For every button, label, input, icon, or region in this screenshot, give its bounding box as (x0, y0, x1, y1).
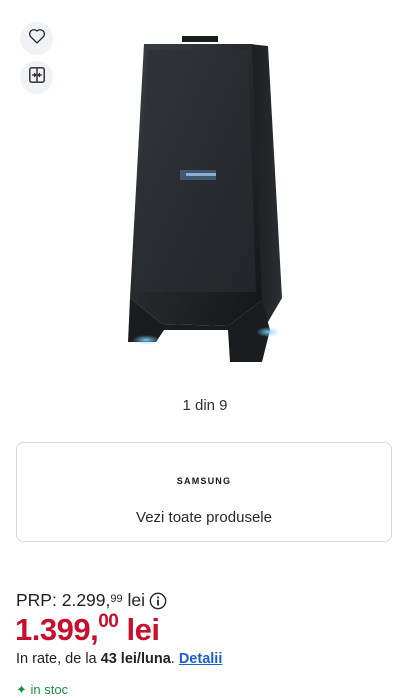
stock-icon: ✦ (16, 682, 27, 697)
stock-label: in stoc (30, 682, 69, 697)
product-image[interactable] (100, 30, 310, 375)
installments-amount: 43 lei/luna (100, 651, 171, 667)
info-icon[interactable] (149, 592, 167, 610)
gallery-counter: 1 din 9 (182, 397, 228, 414)
view-all-products-link[interactable]: Vezi toate produsele (17, 509, 391, 526)
stock-status: ✦ in stoc (16, 682, 68, 698)
heart-icon (28, 28, 46, 49)
brand-logo: SAMSUNG (176, 476, 232, 486)
add-to-favorites-button[interactable] (20, 22, 53, 55)
installments-details-link[interactable]: Detalii (179, 651, 223, 667)
installments-prefix: In rate, de la (16, 651, 97, 667)
price-decimals: 00 (98, 610, 119, 632)
prp-value: 2.299, (61, 590, 111, 610)
prp-currency: lei (127, 590, 146, 610)
current-price: 1.399,00 lei (15, 610, 160, 648)
brand-card[interactable]: SAMSUNG Vezi toate produsele (16, 442, 392, 542)
price-value: 1.399, (15, 612, 99, 647)
price-currency: lei (126, 612, 160, 647)
prp-decimals: 99 (110, 592, 123, 605)
recommended-price: PRP: 2.299, 99 lei (16, 590, 167, 611)
installments-suffix: . (170, 651, 175, 667)
installments-info: In rate, de la 43 lei/luna. Detalii (16, 651, 222, 667)
compare-button[interactable] (20, 61, 53, 94)
prp-label: PRP: (16, 590, 57, 610)
compare-icon (28, 66, 46, 89)
